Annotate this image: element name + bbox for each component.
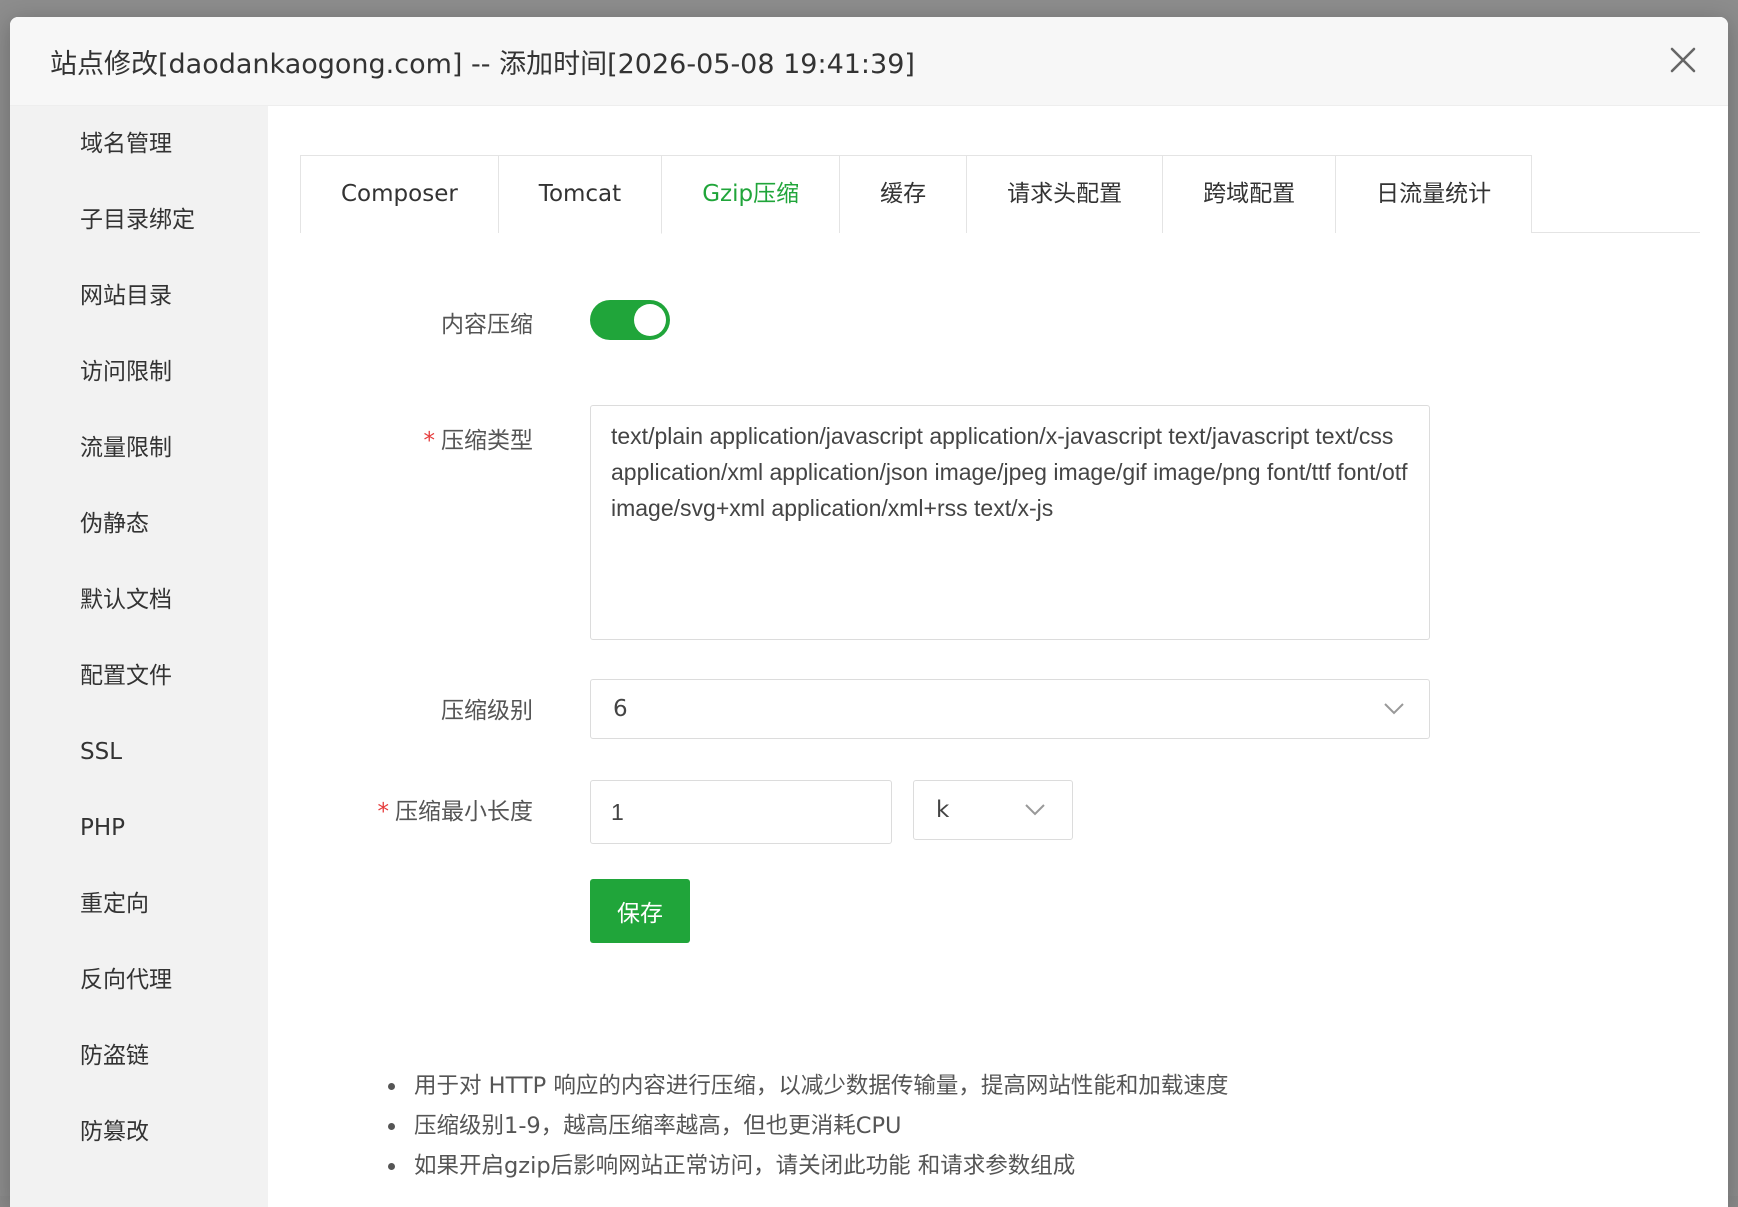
close-icon [1670, 47, 1696, 73]
sidebar-item-redirect[interactable]: 重定向 [10, 866, 268, 942]
unit-select[interactable]: k [913, 780, 1073, 840]
minlen-label: 压缩最小长度 [395, 799, 533, 825]
chevron-down-icon [1024, 803, 1046, 817]
close-button[interactable] [1666, 43, 1700, 77]
tab-tomcat[interactable]: Tomcat [497, 155, 662, 233]
sidebar-item-tamper-proof[interactable]: 防篡改 [10, 1094, 268, 1170]
sidebar-item-reverse-proxy[interactable]: 反向代理 [10, 942, 268, 1018]
sidebar-item-config-file[interactable]: 配置文件 [10, 638, 268, 714]
tab-headers[interactable]: 请求头配置 [966, 155, 1163, 233]
sidebar-item-default-doc[interactable]: 默认文档 [10, 562, 268, 638]
unit-select-value: k [936, 797, 950, 823]
compress-label: 内容压缩 [441, 312, 533, 338]
sidebar-item-access-limit[interactable]: 访问限制 [10, 334, 268, 410]
help-tips-list: 用于对 HTTP 响应的内容进行压缩，以减少数据传输量，提高网站性能和加载速度 … [388, 1066, 1228, 1186]
sidebar-item-rewrite[interactable]: 伪静态 [10, 486, 268, 562]
compress-types-textarea[interactable]: text/plain application/javascript applic… [590, 405, 1430, 640]
sidebar-item-php[interactable]: PHP [10, 790, 268, 866]
help-tip: 如果开启gzip后影响网站正常访问，请关闭此功能 和请求参数组成 [388, 1146, 1228, 1186]
help-tip: 用于对 HTTP 响应的内容进行压缩，以减少数据传输量，提高网站性能和加载速度 [388, 1066, 1228, 1106]
chevron-down-icon [1383, 702, 1405, 716]
tab-composer[interactable]: Composer [300, 155, 498, 233]
level-select[interactable]: 6 [590, 679, 1430, 739]
toggle-knob [634, 304, 666, 336]
min-length-input[interactable] [590, 780, 892, 844]
save-button[interactable]: 保存 [590, 879, 690, 943]
settings-sidebar: 域名管理 子目录绑定 网站目录 访问限制 流量限制 伪静态 默认文档 配置文件 … [10, 106, 268, 1207]
sidebar-item-ssl[interactable]: SSL [10, 714, 268, 790]
sidebar-item-traffic-limit[interactable]: 流量限制 [10, 410, 268, 486]
dialog-title: 站点修改[daodankaogong.com] -- 添加时间[2026-05-… [50, 49, 915, 80]
compress-toggle[interactable] [590, 300, 670, 340]
tab-bar: Composer Tomcat Gzip压缩 缓存 请求头配置 跨域配置 日流量… [300, 155, 1700, 234]
tab-gzip[interactable]: Gzip压缩 [661, 155, 840, 234]
required-mark: * [423, 428, 436, 454]
level-label: 压缩级别 [441, 698, 533, 724]
sidebar-item-hotlink[interactable]: 防盗链 [10, 1018, 268, 1094]
tab-cors[interactable]: 跨域配置 [1162, 155, 1336, 233]
required-mark: * [377, 799, 390, 825]
sidebar-item-site-dir[interactable]: 网站目录 [10, 258, 268, 334]
sidebar-item-domain[interactable]: 域名管理 [10, 106, 268, 182]
types-label: 压缩类型 [441, 428, 533, 454]
site-edit-dialog: 站点修改[daodankaogong.com] -- 添加时间[2026-05-… [10, 17, 1728, 1207]
main-panel: Composer Tomcat Gzip压缩 缓存 请求头配置 跨域配置 日流量… [268, 106, 1728, 1207]
dialog-header: 站点修改[daodankaogong.com] -- 添加时间[2026-05-… [10, 17, 1728, 106]
types-label-row: * 压缩类型 [273, 421, 534, 455]
minlen-label-row: * 压缩最小长度 [273, 792, 534, 826]
help-tip: 压缩级别1-9，越高压缩率越高，但也更消耗CPU [388, 1106, 1228, 1146]
level-select-value: 6 [613, 696, 628, 722]
tab-daily-traffic[interactable]: 日流量统计 [1335, 155, 1533, 233]
tab-cache[interactable]: 缓存 [839, 155, 967, 233]
sidebar-item-subdir[interactable]: 子目录绑定 [10, 182, 268, 258]
